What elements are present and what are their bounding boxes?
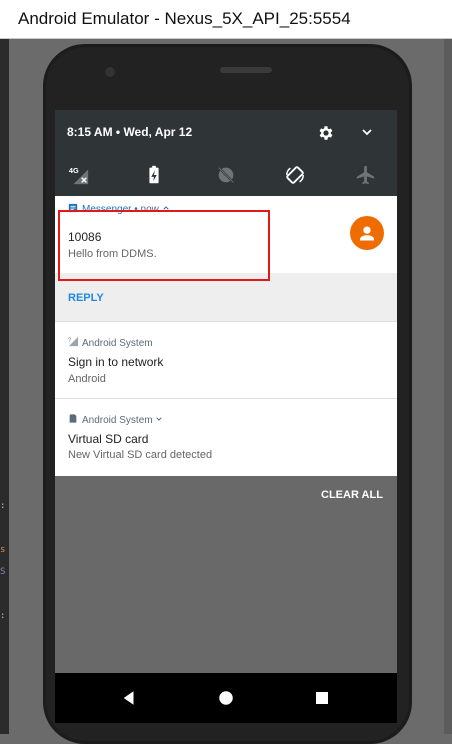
contact-avatar [350, 216, 384, 250]
ide-fragment: : [0, 611, 6, 621]
expand-chevron-icon[interactable] [359, 124, 375, 140]
earpiece-speaker [220, 67, 272, 73]
notification-header: Android System [68, 413, 163, 426]
time-date: 8:15 AM • Wed, Apr 12 [67, 125, 193, 139]
window-title: Android Emulator - Nexus_5X_API_25:5554 [18, 9, 351, 28]
sd-card-icon [69, 414, 77, 423]
wifi-signal-icon: ? [68, 336, 79, 347]
battery-saver-icon[interactable] [143, 164, 165, 186]
settings-gear-icon[interactable] [317, 124, 335, 142]
person-icon [359, 226, 375, 241]
app-name: Android System [82, 338, 153, 349]
recents-icon[interactable] [313, 689, 331, 707]
notification-header: ? Android System [68, 336, 153, 349]
back-icon[interactable] [120, 689, 138, 707]
notification-title: Sign in to network [68, 355, 164, 369]
svg-text:?: ? [68, 338, 71, 344]
network-signin-notification[interactable]: ? Android System Sign in to network Andr… [55, 321, 397, 398]
airplane-mode-icon[interactable] [355, 164, 377, 186]
notification-shade: 8:15 AM • Wed, Apr 12 4G Messenger • now… [55, 110, 397, 685]
notification-text: Android [68, 373, 106, 385]
network-4g-icon[interactable]: 4G [68, 164, 90, 186]
window-right-edge [444, 39, 452, 734]
reply-button[interactable]: REPLY [68, 292, 104, 304]
expand-chevron-icon[interactable] [155, 415, 163, 423]
clear-all-button[interactable]: CLEAR ALL [321, 489, 383, 501]
ide-editor-strip: : s S : [0, 39, 9, 734]
do-not-disturb-icon[interactable] [215, 164, 237, 186]
sd-card-notification[interactable]: Android System Virtual SD card New Virtu… [55, 398, 397, 476]
navigation-bar [55, 673, 397, 723]
emulator-title-bar: Android Emulator - Nexus_5X_API_25:5554 [0, 0, 452, 39]
notification-title: Virtual SD card [68, 432, 149, 446]
highlight-box [58, 210, 270, 281]
app-name: Android System [82, 415, 153, 426]
ide-fragment: : [0, 501, 6, 511]
ide-fragment: S [0, 567, 6, 577]
front-camera [105, 67, 115, 77]
ide-fragment: s [0, 545, 6, 555]
auto-rotate-icon[interactable] [284, 164, 306, 186]
quick-settings-header: 8:15 AM • Wed, Apr 12 4G [55, 110, 397, 196]
svg-text:4G: 4G [69, 166, 79, 175]
home-icon[interactable] [217, 689, 235, 707]
notification-text: New Virtual SD card detected [68, 449, 213, 461]
